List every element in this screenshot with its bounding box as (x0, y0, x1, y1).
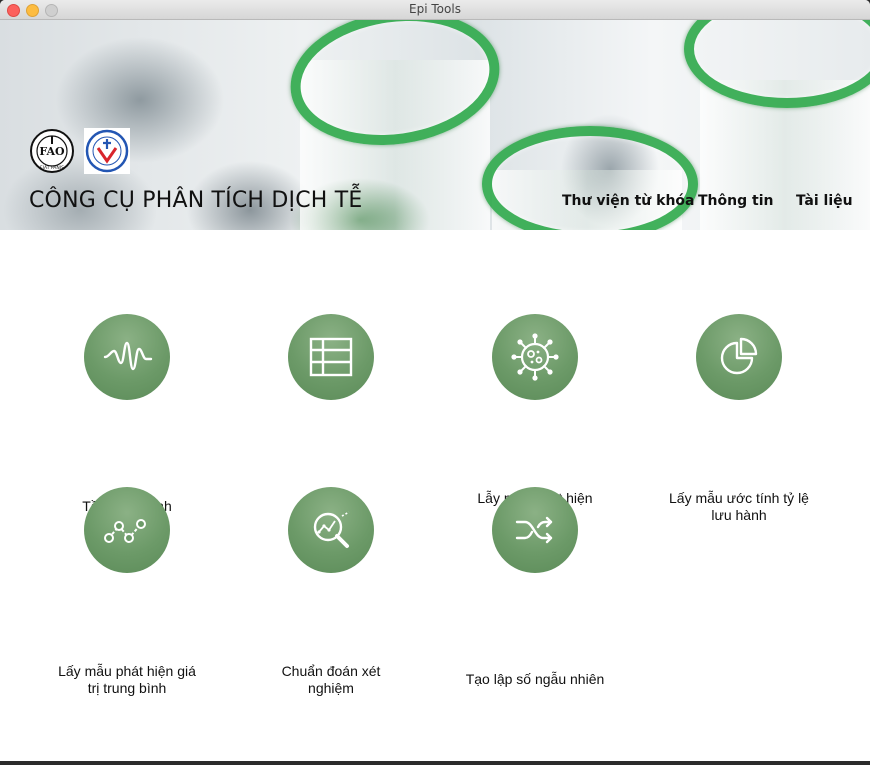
svg-text:FAO: FAO (39, 145, 65, 158)
nav-keyword-library[interactable]: Thư viện từ khóa (562, 193, 695, 209)
window-title: Epi Tools (409, 2, 461, 16)
tool-label: Lấy mẫu ước tính tỷ lệ lưu hành (669, 490, 809, 523)
tool-disease-frequency[interactable]: Tần suất bệnh (25, 314, 229, 515)
magnifier-chart-icon (313, 511, 350, 548)
svg-text:FIAT PANIS: FIAT PANIS (40, 165, 64, 171)
nav-information[interactable]: Thông tin (698, 193, 773, 209)
department-animal-health-logo (84, 128, 130, 174)
tool-random-number-generator[interactable]: Tạo lập số ngẫu nhiên (433, 487, 637, 688)
close-window-button[interactable] (7, 4, 20, 17)
trend-line-icon (104, 519, 146, 543)
tool-prevalence-estimation-sampling[interactable]: Lấy mẫu ước tính tỷ lệ lưu hành (637, 314, 841, 524)
app-window: Epi Tools FAO FIAT PANIS CÔNG CỤ PHÂN TÍ… (0, 0, 870, 761)
nav-documents[interactable]: Tài liệu (796, 193, 853, 209)
tool-label: Lấy mẫu phát hiện giá trị trung bình (58, 663, 196, 696)
app-title: CÔNG CỤ PHÂN TÍCH DỊCH TỄ (29, 188, 363, 213)
tool-icon-circle[interactable] (84, 487, 170, 573)
table-grid-icon (309, 337, 353, 377)
shuffle-icon (515, 516, 553, 544)
fao-logo: FAO FIAT PANIS (30, 129, 74, 173)
waveform-icon (103, 341, 153, 371)
zoom-window-button[interactable] (45, 4, 58, 17)
tool-icon-circle[interactable] (492, 487, 578, 573)
glass-tube-rim-graphic (482, 126, 698, 230)
tool-test-diagnosis[interactable]: Chuẩn đoán xét nghiệm (229, 487, 433, 697)
tool-icon-circle[interactable] (696, 314, 782, 400)
tool-label: Tạo lập số ngẫu nhiên (465, 671, 605, 687)
pie-chart-icon (720, 337, 758, 375)
virus-icon (511, 333, 559, 381)
title-bar[interactable]: Epi Tools (0, 0, 870, 20)
tool-2x2-table[interactable]: Bảng 2x2 (229, 314, 433, 515)
tool-icon-circle[interactable] (84, 314, 170, 400)
tool-icon-circle[interactable] (492, 314, 578, 400)
tool-label: Chuẩn đoán xét nghiệm (281, 663, 381, 696)
minimize-window-button[interactable] (26, 4, 39, 17)
tool-mean-detection-sampling[interactable]: Lấy mẫu phát hiện giá trị trung bình (25, 487, 229, 697)
tool-icon-circle[interactable] (288, 314, 374, 400)
header-banner: FAO FIAT PANIS CÔNG CỤ PHÂN TÍCH DỊCH TỄ… (0, 20, 870, 230)
tool-icon-circle[interactable] (288, 487, 374, 573)
